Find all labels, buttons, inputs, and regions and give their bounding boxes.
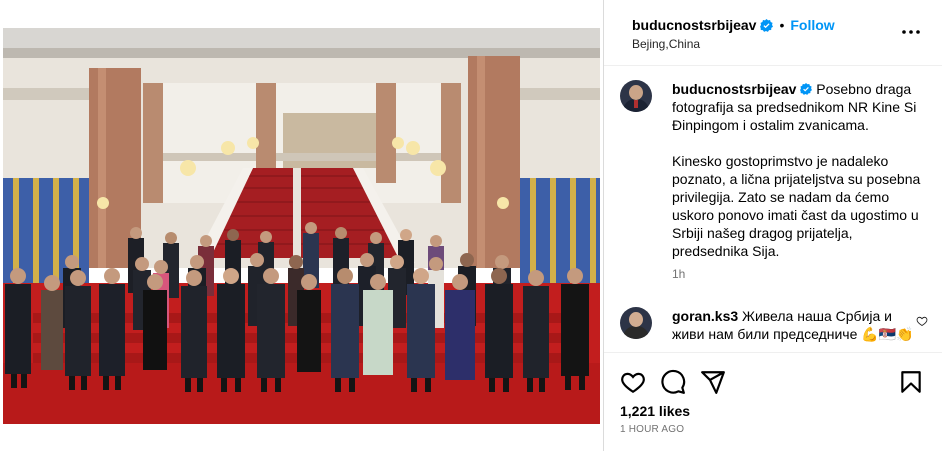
heart-icon[interactable] xyxy=(620,369,646,395)
caption-time[interactable]: 1h xyxy=(672,267,685,281)
likes-count[interactable]: 1,221 likes xyxy=(620,403,690,419)
comment-icon[interactable] xyxy=(660,369,686,395)
header-username[interactable]: buducnostsrbijeav xyxy=(632,17,756,33)
verified-badge-icon xyxy=(760,18,774,32)
comment: goran.ks3 Живела наша Србија и живи нам … xyxy=(620,307,930,343)
caption: buducnostsrbijeav Posebno draga fotograf… xyxy=(620,80,930,260)
header-user-line: buducnostsrbijeav • Follow xyxy=(632,17,835,33)
verified-badge-icon xyxy=(796,81,816,97)
action-bar: 1,221 likes 1 HOUR AGO xyxy=(604,352,942,451)
photo-pane xyxy=(0,0,603,451)
share-icon[interactable] xyxy=(700,369,726,395)
bookmark-icon[interactable] xyxy=(898,369,924,395)
post-sidebar: buducnostsrbijeav • Follow Bejing,China … xyxy=(603,0,942,451)
instagram-post: buducnostsrbijeav • Follow Bejing,China … xyxy=(0,0,942,451)
caption-text: buducnostsrbijeav Posebno draga fotograf… xyxy=(672,80,922,260)
comment-username[interactable]: goran.ks3 xyxy=(672,308,738,324)
caption-body: Posebno draga fotografija sa predsedniko… xyxy=(672,81,921,259)
caption-username[interactable]: buducnostsrbijeav xyxy=(672,81,796,97)
follow-button[interactable]: Follow xyxy=(790,17,834,33)
avatar[interactable] xyxy=(620,80,652,112)
dot-separator: • xyxy=(779,17,785,33)
posted-time: 1 HOUR AGO xyxy=(620,424,685,435)
comment-avatar[interactable] xyxy=(620,307,652,339)
post-header: buducnostsrbijeav • Follow Bejing,China xyxy=(604,0,942,66)
more-options-icon[interactable] xyxy=(901,22,921,42)
post-photo[interactable] xyxy=(3,28,600,424)
comment-emoji: 💪🇷🇸👏 xyxy=(861,326,914,342)
comment-like-heart-icon[interactable] xyxy=(916,315,928,327)
comment-text: goran.ks3 Живела наша Србија и живи нам … xyxy=(672,307,922,343)
location-link[interactable]: Bejing,China xyxy=(632,37,700,51)
